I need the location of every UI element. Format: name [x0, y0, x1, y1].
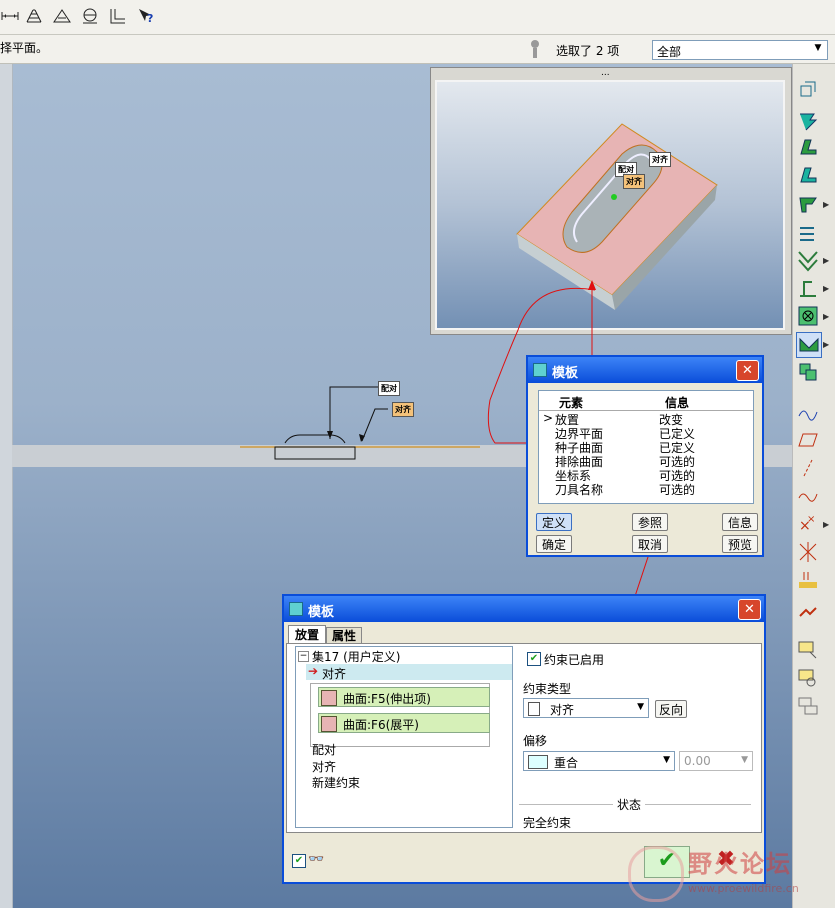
tab-placement[interactable]: 放置 — [288, 625, 326, 644]
close-button[interactable]: ✕ — [738, 599, 761, 620]
set-label[interactable]: 集17 (用户定义) — [312, 648, 400, 665]
dialog-titlebar[interactable]: 模板 ✕ — [528, 357, 762, 383]
offset-label: 偏移 — [523, 734, 548, 748]
list-item[interactable]: 刀具名称 — [555, 481, 603, 498]
define-button[interactable]: 定义 — [536, 513, 572, 531]
list-item[interactable]: 新建约束 — [312, 774, 360, 791]
list-item[interactable]: 配对 — [312, 741, 336, 758]
align-icon — [528, 702, 540, 716]
status-label: 状态 — [613, 796, 646, 813]
dialog-titlebar[interactable]: 模板 ✕ — [284, 596, 764, 622]
surface-icon — [321, 716, 337, 732]
preview-button[interactable]: 预览 — [722, 535, 758, 553]
template-dialog-small: 模板 ✕ 元素 信息 > 放置 改变 边界平面 已定义 种子曲面 已定义 排除曲… — [526, 355, 764, 557]
list-item-info: 可选的 — [659, 483, 696, 497]
tab-properties[interactable]: 属性 — [326, 627, 362, 644]
template-icon — [533, 363, 547, 377]
element-list[interactable]: 元素 信息 > 放置 改变 边界平面 已定义 种子曲面 已定义 排除曲面 可选的… — [538, 390, 754, 504]
column-header-info: 信息 — [665, 396, 690, 410]
watermark-title: 野火论坛 — [688, 850, 792, 878]
row-pointer-icon: > — [543, 411, 554, 425]
coincident-icon — [528, 755, 548, 769]
watermark-url: www.proewildfire.cn — [688, 882, 799, 895]
offset-number: 0.00 — [684, 754, 711, 768]
glasses-icon: 👓 — [308, 852, 325, 867]
constraint-enabled-checkbox[interactable]: ✔ — [527, 652, 541, 666]
constraint-tree[interactable]: − 集17 (用户定义) ➔ 对齐 曲面:F5(伸出项) 曲面:F6(展平) 配… — [295, 646, 513, 828]
chevron-down-icon: ▼ — [741, 755, 748, 765]
info-button[interactable]: 信息 — [722, 513, 758, 531]
placement-panel: − 集17 (用户定义) ➔ 对齐 曲面:F5(伸出项) 曲面:F6(展平) 配… — [286, 643, 762, 833]
constraint-enabled-label: 约束已启用 — [544, 653, 605, 667]
constraint-type-dropdown[interactable]: 对齐 ▼ — [523, 698, 649, 718]
reference-button[interactable]: 参照 — [632, 513, 668, 531]
offset-dropdown[interactable]: 重合 ▼ — [523, 751, 675, 771]
reference-item-1[interactable]: 曲面:F5(伸出项) — [318, 687, 490, 707]
flip-button[interactable]: 反向 — [655, 700, 687, 718]
close-button[interactable]: ✕ — [736, 360, 759, 381]
dialog-title: 模板 — [308, 605, 335, 620]
watermark: 野火论坛 www.proewildfire.cn — [628, 840, 828, 904]
template-icon — [289, 602, 303, 616]
reference-label: 曲面:F6(展平) — [343, 718, 419, 732]
offset-number-field[interactable]: 0.00 ▼ — [679, 751, 753, 771]
chevron-down-icon: ▼ — [663, 755, 670, 765]
status-value: 完全约束 — [523, 816, 572, 830]
arrow-right-icon: ➔ — [308, 664, 319, 678]
constraint-type-label: 约束类型 — [523, 682, 572, 696]
chevron-down-icon: ▼ — [637, 702, 644, 712]
constraint-type-value: 对齐 — [550, 703, 575, 717]
offset-value: 重合 — [554, 756, 579, 770]
watermark-logo — [628, 846, 684, 902]
column-header-element: 元素 — [559, 396, 584, 410]
cancel-button[interactable]: 取消 — [632, 535, 668, 553]
ok-button[interactable]: 确定 — [536, 535, 572, 553]
active-constraint: 对齐 — [322, 667, 347, 681]
list-item[interactable]: 对齐 — [312, 758, 336, 775]
reference-label: 曲面:F5(伸出项) — [343, 692, 431, 706]
reference-item-2[interactable]: 曲面:F6(展平) — [318, 713, 490, 733]
surface-icon — [321, 690, 337, 706]
preview-checkbox[interactable]: ✔ — [292, 854, 306, 868]
collapse-icon[interactable]: − — [298, 651, 309, 662]
dialog-title: 模板 — [552, 366, 579, 381]
